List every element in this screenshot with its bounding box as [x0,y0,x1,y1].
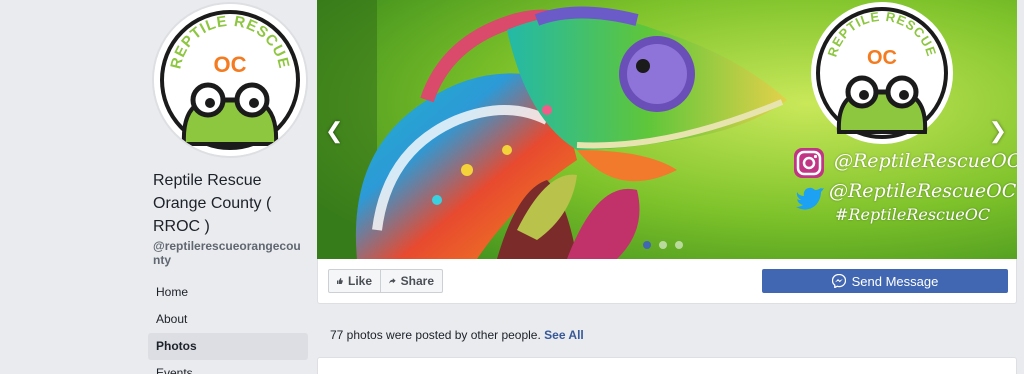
instagram-handle: @ReptileRescueOC [834,150,1017,172]
see-all-link[interactable]: See All [544,328,584,342]
nav-item-home[interactable]: Home [148,279,308,306]
share-label: Share [400,274,434,288]
carousel-dot[interactable] [643,241,651,249]
photos-posted-note: 77 photos were posted by other people. S… [330,328,584,342]
carousel-dot[interactable] [675,241,683,249]
previous-slide-button[interactable]: ❮ [325,118,343,144]
photos-card [317,357,1017,374]
messenger-icon [831,274,846,288]
page-action-bar: Like Share Send Message [317,259,1017,304]
cover-photo[interactable]: REPTILE RESCUE OC @ReptileRescueOC @Rept… [317,0,1017,259]
share-button[interactable]: Share [380,269,443,293]
page-title[interactable]: Reptile Rescue Orange County ( RROC ) [153,169,303,238]
nav-item-events[interactable]: Events [148,360,308,374]
hashtag-text: #ReptileRescueOC [835,205,991,224]
nav-item-about[interactable]: About [148,306,308,333]
share-arrow-icon [389,278,396,284]
carousel-dot[interactable] [659,241,667,249]
thumbs-up-icon [337,278,343,284]
nav-item-photos[interactable]: Photos [148,333,308,360]
svg-text:OC: OC [214,52,247,77]
reptile-rescue-logo: REPTILE RESCUE OC [154,4,306,156]
next-slide-button[interactable]: ❯ [989,118,1007,144]
page-nav: Home About Photos Events [148,279,308,374]
page-username[interactable]: @reptilerescueorangecounty [153,239,305,267]
carousel-dots [643,241,683,249]
svg-text:OC: OC [867,47,897,69]
twitter-handle: @ReptileRescueOC [829,180,1017,202]
like-label: Like [347,274,372,288]
send-message-label: Send Message [851,273,939,289]
instagram-icon [794,148,824,178]
page-avatar[interactable]: REPTILE RESCUE OC [152,2,308,158]
photos-note-text: 77 photos were posted by other people. [330,328,541,342]
send-message-button[interactable]: Send Message [762,269,1008,293]
like-button[interactable]: Like [328,269,381,293]
